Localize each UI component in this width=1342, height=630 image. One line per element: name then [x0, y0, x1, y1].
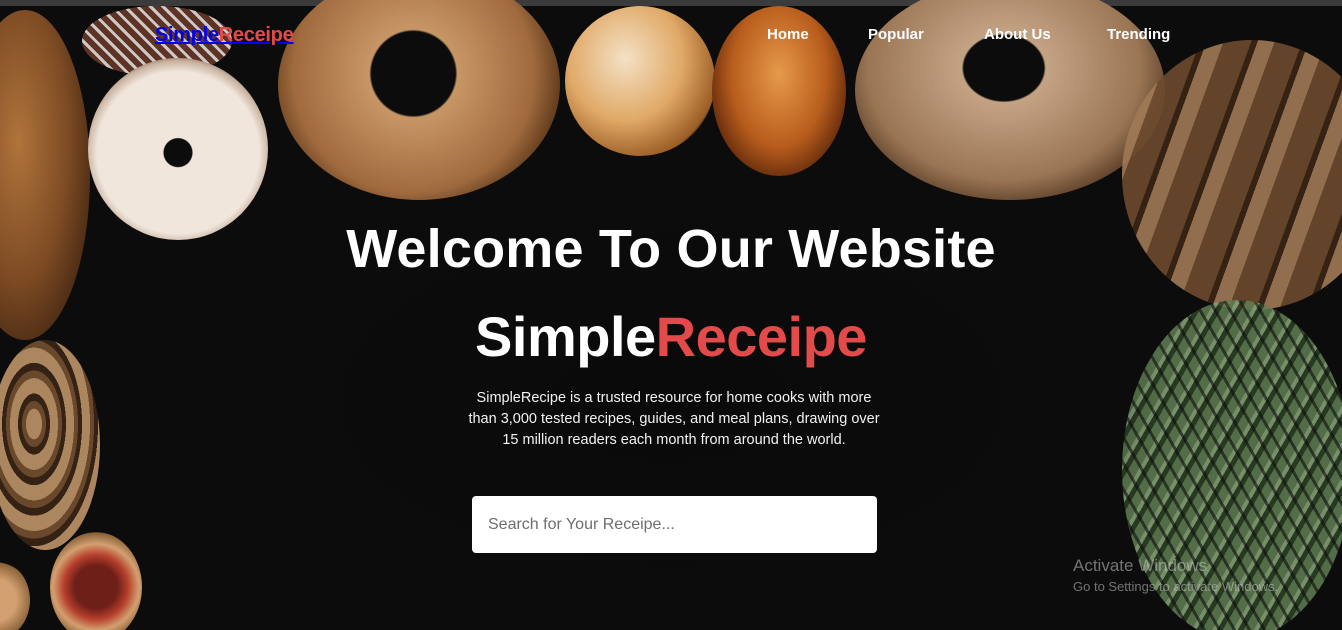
hero-brand-accent: Receipe — [655, 305, 868, 368]
hero-description: SimpleRecipe is a trusted resource for h… — [468, 390, 880, 448]
hero-title: Welcome To Our Website — [346, 219, 996, 279]
nav-trending[interactable]: Trending — [1107, 26, 1170, 43]
windows-activation-watermark: Activate Windows Go to Settings to activ… — [1073, 556, 1278, 594]
nav-home[interactable]: Home — [767, 26, 809, 43]
hero-brand-title: SimpleReceipe — [0, 304, 1342, 369]
nav-about-us[interactable]: About Us — [984, 26, 1051, 43]
hero-brand-primary: Simple — [475, 305, 656, 368]
search-input[interactable] — [472, 496, 877, 553]
logo-text-primary: Simple — [155, 24, 219, 46]
nav-popular[interactable]: Popular — [868, 26, 924, 43]
logo-text-accent: Receipe — [218, 24, 294, 46]
watermark-subtitle: Go to Settings to activate Windows. — [1073, 579, 1279, 594]
watermark-title: Activate Windows — [1073, 556, 1208, 575]
site-logo[interactable]: SimpleReceipe — [155, 24, 294, 47]
